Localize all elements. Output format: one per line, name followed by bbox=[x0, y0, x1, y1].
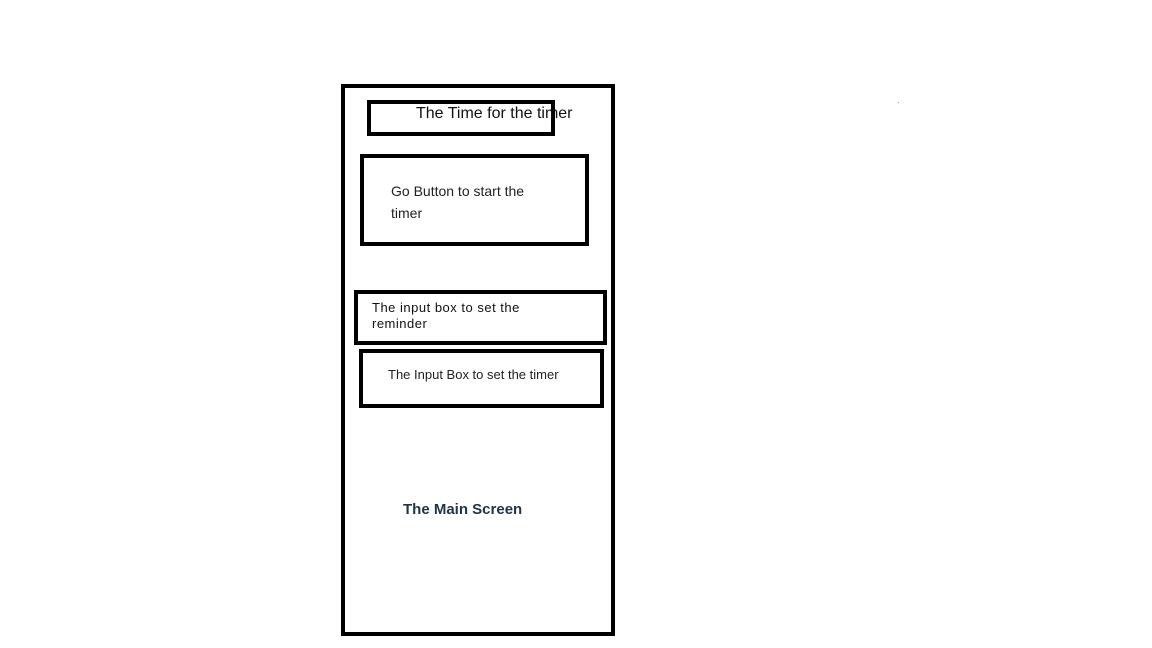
go-button-label: Go Button to start the timer bbox=[391, 183, 525, 221]
reminder-input-label: The input box to set the reminder bbox=[372, 300, 520, 331]
timer-display-label: The Time for the timer bbox=[416, 105, 573, 122]
timer-input-label: The Input Box to set the timer bbox=[388, 367, 559, 382]
main-screen-label: The Main Screen bbox=[403, 501, 523, 518]
stray-dot bbox=[898, 102, 899, 103]
